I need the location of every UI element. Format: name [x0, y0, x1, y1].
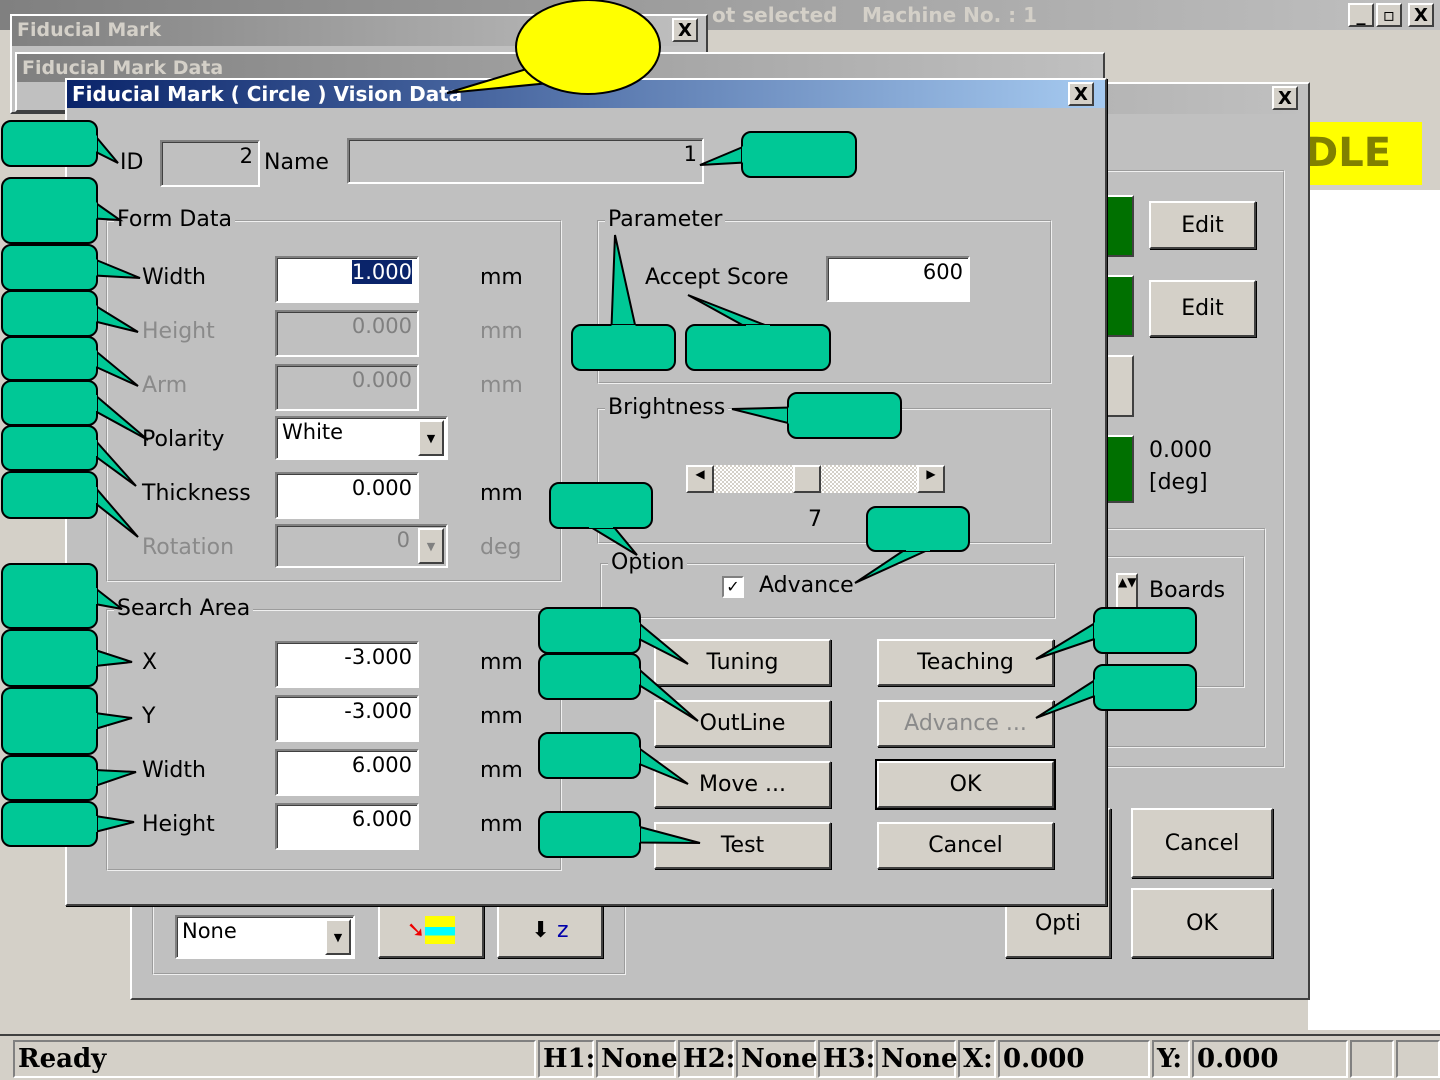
unit-label: mm: [480, 373, 523, 398]
restore-button[interactable]: ▫: [1376, 3, 1402, 27]
form_data-polarity-label: Polarity: [142, 427, 225, 452]
search_area-width-label: Width: [142, 758, 206, 783]
form_data-rotation-label: Rotation: [142, 535, 235, 560]
search_area-y-label: Y: [142, 704, 156, 729]
form_data-height-label: Height: [142, 319, 215, 344]
fiducial-mark-close[interactable]: X: [672, 18, 698, 42]
dialog-close-button[interactable]: X: [1068, 82, 1094, 106]
status-extra-1: [1350, 1040, 1394, 1078]
status-h2-value: None: [736, 1040, 818, 1078]
edit-button-1[interactable]: Edit: [1149, 201, 1256, 249]
status-ready: Ready: [13, 1040, 536, 1078]
unit-label: mm: [480, 265, 523, 290]
advance-button[interactable]: Advance ...: [877, 700, 1054, 747]
status-y-value: 0.000: [1192, 1040, 1348, 1078]
name-field: 1: [347, 138, 704, 184]
unit-label: mm: [480, 481, 523, 506]
unit-label: mm: [480, 319, 523, 344]
search_area-x-label: X: [142, 650, 158, 675]
boards-label: Boards: [1149, 578, 1226, 603]
unit-label: mm: [480, 704, 523, 729]
back-cancel-button[interactable]: Cancel: [1131, 808, 1273, 878]
back-ok-button[interactable]: OK: [1131, 888, 1273, 958]
chevron-down-icon[interactable]: ▼: [418, 420, 444, 456]
unit-label: mm: [480, 812, 523, 837]
banner: DLE: [1300, 122, 1422, 185]
form_data-width-input[interactable]: 1.000: [275, 256, 419, 303]
form_data-arm-input: 0.000: [275, 364, 419, 411]
rotation-select: 0 ▼: [275, 524, 448, 568]
form_data-width-label: Width: [142, 265, 206, 290]
form_data-thickness-input[interactable]: 0.000: [275, 472, 419, 519]
search_area-x-input[interactable]: -3.000: [275, 641, 419, 688]
angle-unit: [deg]: [1149, 470, 1208, 495]
brightness-slider[interactable]: ◀ ▶: [686, 465, 945, 493]
tuning-button[interactable]: Tuning: [654, 639, 831, 686]
chevron-down-icon[interactable]: ▼: [325, 919, 351, 955]
angle-value: 0.000: [1149, 438, 1212, 463]
nozzle-select[interactable]: None ▼: [175, 915, 355, 959]
move-z-button[interactable]: ⬇ z: [497, 902, 603, 958]
id-field: 2: [160, 140, 260, 187]
outline-button[interactable]: OutLine: [654, 700, 831, 747]
move-xy-icon: ➘: [406, 917, 426, 943]
form_data-thickness-label: Thickness: [142, 481, 251, 506]
test-button[interactable]: Test: [654, 822, 831, 869]
back-window-close[interactable]: X: [1272, 86, 1298, 110]
status-h2-label: H2:: [678, 1040, 735, 1078]
move-xy-button[interactable]: ➘: [378, 902, 484, 958]
workspace: [1308, 190, 1440, 1030]
form_data-height-input: 0.000: [275, 310, 419, 357]
machine-number: Machine No. : 1: [862, 3, 1038, 27]
unit-label: mm: [480, 650, 523, 675]
fiducial-mark-title: Fiducial Mark: [12, 16, 706, 46]
chevron-down-icon[interactable]: ▼: [418, 528, 444, 564]
advance-label: Advance: [759, 573, 854, 598]
edit-button-2[interactable]: Edit: [1149, 280, 1256, 337]
status-x-value: 0.000: [998, 1040, 1150, 1078]
id-label: ID: [120, 150, 144, 175]
search_area-width-input[interactable]: 6.000: [275, 749, 419, 796]
unit-label: mm: [480, 758, 523, 783]
nozzle-value: None: [182, 919, 237, 943]
status-h1-value: None: [596, 1040, 678, 1078]
app-close-button[interactable]: X: [1408, 3, 1434, 27]
name-label: Name: [264, 150, 329, 175]
search_area-height-input[interactable]: 6.000: [275, 803, 419, 850]
cancel-button[interactable]: Cancel: [877, 822, 1054, 869]
form_data-arm-label: Arm: [142, 373, 188, 398]
slider-right-arrow[interactable]: ▶: [917, 465, 945, 493]
search_area-height-label: Height: [142, 812, 215, 837]
dialog-title-bar: Fiducial Mark ( Circle ) Vision Data: [67, 80, 1105, 108]
slider-thumb[interactable]: [793, 465, 821, 493]
polarity-select[interactable]: White ▼: [275, 416, 448, 460]
status-x-label: X:: [958, 1040, 996, 1078]
slider-left-arrow[interactable]: ◀: [686, 465, 714, 493]
status-h3-label: H3:: [818, 1040, 875, 1078]
move-button[interactable]: Move ...: [654, 761, 831, 808]
accept-score-input[interactable]: 600: [826, 256, 970, 302]
brightness-value: 7: [808, 507, 822, 532]
app-title-fragment: ot selected: [712, 3, 838, 27]
minimize-button[interactable]: _: [1348, 3, 1374, 27]
search_area-y-input[interactable]: -3.000: [275, 695, 419, 742]
status-y-label: Y:: [1152, 1040, 1190, 1078]
move-z-icon: ⬇ z: [531, 917, 569, 943]
boards-spinner[interactable]: ▲▼: [1116, 573, 1138, 609]
parameter-group: Parameter: [597, 207, 1052, 384]
status-h3-value: None: [876, 1040, 958, 1078]
teaching-button[interactable]: Teaching: [877, 639, 1054, 686]
advance-checkbox[interactable]: ✓: [722, 576, 744, 598]
unit-label: deg: [480, 535, 522, 560]
status-h1-label: H1:: [538, 1040, 595, 1078]
ok-button[interactable]: OK: [875, 759, 1056, 810]
status-extra-2: [1396, 1040, 1440, 1078]
accept-score-label: Accept Score: [645, 265, 789, 290]
polarity-value: White: [282, 420, 344, 444]
rotation-value: 0: [396, 528, 410, 552]
